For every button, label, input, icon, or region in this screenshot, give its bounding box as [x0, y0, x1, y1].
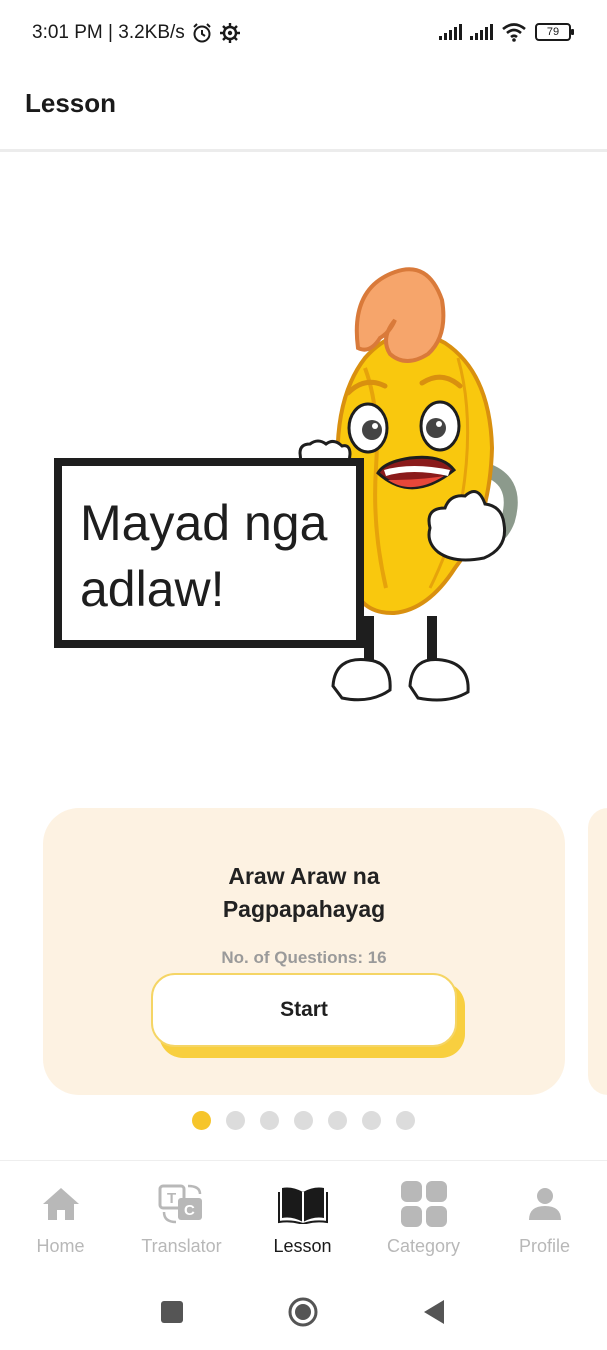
- system-nav-bar: [0, 1272, 607, 1350]
- next-lesson-card-peek[interactable]: [588, 808, 607, 1095]
- carousel-dot[interactable]: [328, 1111, 347, 1130]
- svg-text:C: C: [184, 1202, 195, 1219]
- lesson-title: Araw Araw na Pagpapahayag: [222, 863, 386, 922]
- translator-icon: T C: [158, 1184, 202, 1224]
- carousel-dot[interactable]: [294, 1111, 313, 1130]
- nav-label-translator: Translator: [141, 1236, 222, 1256]
- bottom-nav: Home T C Translator Lesson Category Prof…: [0, 1160, 607, 1270]
- signal-icon: [470, 24, 493, 40]
- mascot-illustration: Mayad nga adlaw!: [54, 267, 518, 702]
- nav-item-profile[interactable]: Profile: [484, 1161, 605, 1271]
- carousel-dot[interactable]: [362, 1111, 381, 1130]
- carousel-indicator: [0, 1111, 607, 1130]
- svg-text:T: T: [167, 1190, 176, 1207]
- nav-label-home: Home: [36, 1236, 85, 1256]
- person-icon: [528, 1188, 561, 1220]
- carousel-dot[interactable]: [260, 1111, 279, 1130]
- nav-item-translator[interactable]: T C Translator: [121, 1161, 242, 1271]
- nav-label-profile: Profile: [518, 1236, 571, 1256]
- circle-icon: [288, 1297, 318, 1327]
- status-bar: 3:01 PM | 3.2KB/s 79: [0, 0, 607, 70]
- settings-gear-icon: [219, 23, 240, 43]
- home-icon: [42, 1188, 79, 1220]
- nav-label-lesson: Lesson: [273, 1236, 332, 1256]
- back-triangle-icon: [424, 1300, 444, 1324]
- app-header: Lesson: [0, 70, 607, 152]
- nav-item-home[interactable]: Home: [0, 1161, 121, 1271]
- page-title: Lesson: [25, 88, 117, 118]
- home-system-button[interactable]: [283, 1292, 323, 1332]
- wifi-icon: [502, 23, 526, 42]
- carousel-dot[interactable]: [396, 1111, 415, 1130]
- lesson-card: Araw Araw na Pagpapahayag No. of Questio…: [43, 808, 565, 1095]
- status-time-speed: 3:01 PM | 3.2KB/s: [32, 22, 185, 43]
- nav-item-category[interactable]: Category: [363, 1161, 484, 1271]
- battery-icon: 79: [535, 23, 574, 41]
- square-icon: [161, 1301, 183, 1323]
- carousel-dot[interactable]: [192, 1111, 211, 1130]
- recents-button[interactable]: [152, 1292, 192, 1332]
- carousel-dot[interactable]: [226, 1111, 245, 1130]
- battery-level: 79: [546, 26, 560, 38]
- grid-icon: [400, 1181, 447, 1227]
- back-button[interactable]: [414, 1292, 454, 1332]
- sign-text-line2: adlaw!: [80, 561, 225, 617]
- book-icon: [277, 1187, 328, 1224]
- nav-label-category: Category: [386, 1236, 461, 1256]
- question-count: No. of Questions: 16: [221, 948, 387, 967]
- alarm-icon: [193, 23, 211, 43]
- sign-text-line1: Mayad nga: [80, 495, 328, 551]
- nav-item-lesson[interactable]: Lesson: [242, 1161, 363, 1271]
- start-button[interactable]: Start: [151, 973, 457, 1047]
- signal-icon: [439, 24, 462, 40]
